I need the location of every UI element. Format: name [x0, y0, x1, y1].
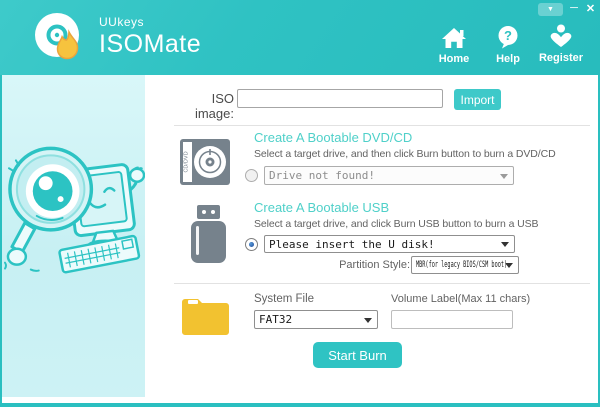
chevron-down-icon: [505, 263, 513, 268]
header-bar: UUkeys ISOMate ▼ ─ ✕ Home: [0, 0, 600, 75]
brand-titles: UUkeys ISOMate: [99, 15, 201, 59]
register-icon: [547, 24, 575, 48]
partition-style-select[interactable]: MBR(for legacy BIOS/CSM boot): [411, 256, 519, 274]
nav-help-button[interactable]: ? Help: [487, 25, 529, 65]
usb-drive-select-value: Please insert the U disk!: [269, 238, 435, 251]
sidebar-panel: [2, 75, 145, 397]
divider: [174, 283, 590, 284]
app-title: ISOMate: [99, 30, 201, 59]
import-button[interactable]: Import: [454, 89, 501, 110]
volume-label-input[interactable]: [391, 310, 513, 329]
close-icon: ✕: [586, 2, 595, 15]
minimize-icon: ─: [570, 2, 578, 14]
usb-section-subtitle: Select a target drive, and click Burn US…: [254, 218, 538, 230]
start-burn-button[interactable]: Start Burn: [313, 342, 402, 368]
nav-help-label: Help: [496, 53, 520, 65]
partition-style-label: Partition Style:: [322, 259, 410, 271]
chevron-down-icon: ▼: [547, 6, 554, 13]
cd-dvd-drive-icon: CD/DVD: [179, 138, 231, 186]
nav-home-label: Home: [439, 53, 470, 65]
nav-register-button[interactable]: Register: [533, 24, 589, 64]
system-file-select-value: FAT32: [259, 313, 292, 326]
help-icon: ?: [496, 25, 520, 49]
home-icon: [441, 25, 467, 49]
dvd-radio[interactable]: [245, 169, 258, 182]
window-minimize-button[interactable]: ─: [565, 0, 583, 16]
system-file-label: System File: [254, 293, 314, 305]
divider: [174, 125, 590, 126]
system-file-select[interactable]: FAT32: [254, 310, 378, 329]
app-logo-disc-flame-icon: [32, 10, 86, 64]
app-window: UUkeys ISOMate ▼ ─ ✕ Home: [0, 0, 600, 407]
dvd-section-title: Create A Bootable DVD/CD: [254, 130, 412, 145]
question-mark-glyph: ?: [504, 28, 512, 43]
nav-home-button[interactable]: Home: [431, 25, 477, 65]
dvd-section-subtitle: Select a target drive, and then click Bu…: [254, 148, 556, 160]
usb-section-title: Create A Bootable USB: [254, 200, 389, 215]
content-area: ISO image: Import CD/DVD Create A Bootab…: [2, 75, 598, 403]
mascot-computer-magnifier-illustration: [3, 137, 145, 279]
volume-label-caption: Volume Label(Max 11 chars): [391, 293, 530, 305]
partition-style-select-value: MBR(for legacy BIOS/CSM boot): [416, 260, 507, 270]
folder-icon: [179, 293, 232, 338]
nav-register-label: Register: [539, 52, 583, 64]
chevron-down-icon: [500, 174, 508, 179]
chevron-down-icon: [364, 318, 372, 323]
dvd-drive-select-value: Drive not found!: [269, 169, 375, 182]
dvd-drive-select[interactable]: Drive not found!: [264, 166, 514, 185]
iso-image-input[interactable]: [237, 89, 443, 108]
brand-name: UUkeys: [99, 15, 201, 29]
usb-radio[interactable]: [245, 238, 258, 251]
usb-drive-select[interactable]: Please insert the U disk!: [264, 235, 515, 253]
iso-image-label: ISO image:: [170, 91, 234, 121]
window-menu-button[interactable]: ▼: [538, 3, 563, 16]
window-close-button[interactable]: ✕: [583, 0, 598, 16]
usb-drive-icon: [188, 205, 229, 263]
chevron-down-icon: [501, 242, 509, 247]
cd-dvd-icon-label: CD/DVD: [184, 151, 190, 172]
